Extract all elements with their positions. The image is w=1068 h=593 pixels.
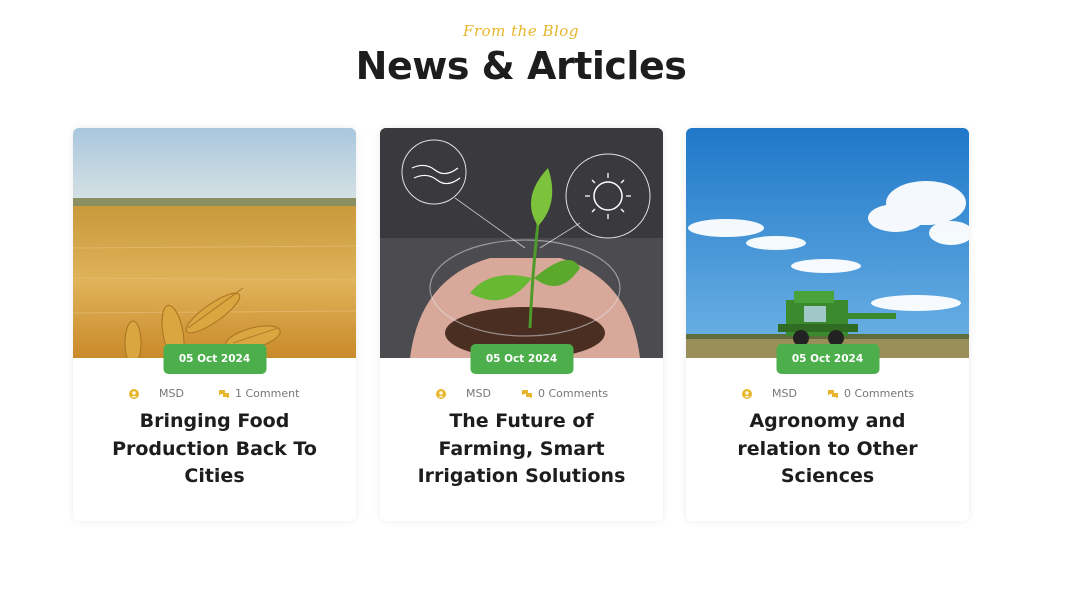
author-link[interactable]: MSD <box>742 387 797 400</box>
date-badge[interactable]: 05 Oct 2024 <box>776 344 879 374</box>
user-icon <box>742 389 752 399</box>
article-title[interactable]: Bringing Food Production Back To Cities <box>93 408 336 491</box>
wheat-field-image[interactable] <box>73 128 356 358</box>
comments-count: 1 Comment <box>235 387 300 400</box>
comments-count: 0 Comments <box>844 387 915 400</box>
author-link[interactable]: MSD <box>436 387 491 400</box>
comments-count: 0 Comments <box>538 387 609 400</box>
comments-link[interactable]: 0 Comments <box>827 387 914 400</box>
seedling-image[interactable] <box>380 128 663 358</box>
user-icon <box>436 389 446 399</box>
date-badge[interactable]: 05 Oct 2024 <box>470 344 573 374</box>
date-badge[interactable]: 05 Oct 2024 <box>163 344 266 374</box>
author-name: MSD <box>159 387 184 400</box>
harvester-image[interactable] <box>686 128 969 358</box>
author-name: MSD <box>772 387 797 400</box>
comments-icon <box>219 390 229 399</box>
user-icon <box>129 389 139 399</box>
comments-icon <box>522 390 532 399</box>
comments-link[interactable]: 1 Comment <box>218 387 299 400</box>
author-name: MSD <box>466 387 491 400</box>
article-title[interactable]: The Future of Farming, Smart Irrigation … <box>400 408 643 491</box>
article-card[interactable]: 05 Oct 2024 MSD 0 Comments The Future of… <box>380 128 663 521</box>
section-eyebrow: From the Blog <box>463 22 579 40</box>
comments-icon <box>828 390 838 399</box>
article-card[interactable]: 05 Oct 2024 MSD 1 Comment Bringing Food … <box>73 128 356 521</box>
comments-link[interactable]: 0 Comments <box>521 387 608 400</box>
author-link[interactable]: MSD <box>129 387 184 400</box>
article-card[interactable]: 05 Oct 2024 MSD 0 Comments Agronomy and … <box>686 128 969 521</box>
section-title: News & Articles <box>355 44 687 88</box>
article-title[interactable]: Agronomy and relation to Other Sciences <box>706 408 949 491</box>
